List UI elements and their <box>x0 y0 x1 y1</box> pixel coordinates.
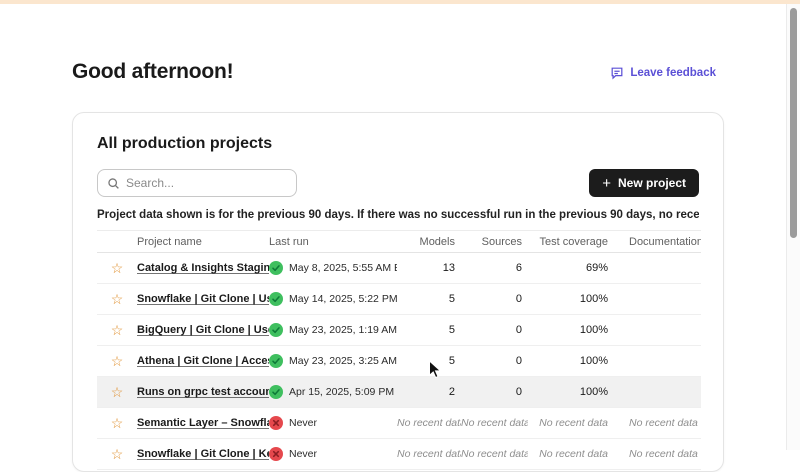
cell-sources: 6 <box>461 262 528 274</box>
search-box[interactable] <box>97 169 297 197</box>
status-success-icon <box>269 354 283 368</box>
new-project-label: New project <box>618 176 686 190</box>
cell-models: 5 <box>397 324 461 336</box>
new-project-button[interactable]: + New project <box>589 169 699 197</box>
cell-test_coverage: 100% <box>528 324 614 336</box>
cell-sources: 0 <box>461 293 528 305</box>
table-body: ☆ Catalog & Insights Staging... May 8, 2… <box>97 253 701 470</box>
project-name-link[interactable]: Snowflake | Git Clone | Use... <box>137 293 269 305</box>
header-project-name: Project name <box>137 236 269 248</box>
favorite-star-icon[interactable]: ☆ <box>111 261 124 275</box>
cell-test_coverage: No recent data <box>528 417 614 429</box>
header-models: Models <box>397 236 461 248</box>
table-row[interactable]: ☆ Snowflake | Git Clone | Use... May 14,… <box>97 284 701 315</box>
header-doc-coverage: Documentation coverage <box>614 236 701 248</box>
data-range-notice: Project data shown is for the previous 9… <box>97 209 699 221</box>
project-name-link[interactable]: BigQuery | Git Clone | User... <box>137 324 269 336</box>
favorite-star-icon[interactable]: ☆ <box>111 385 124 399</box>
last-run-text: Apr 15, 2025, 5:09 PM BST <box>289 386 397 398</box>
project-name-link[interactable]: Runs on grpc test account <box>137 386 269 398</box>
status-success-icon <box>269 385 283 399</box>
last-run-text: May 8, 2025, 5:55 AM BST <box>289 262 397 274</box>
leave-feedback-label: Leave feedback <box>630 67 716 79</box>
cell-sources: 0 <box>461 355 528 367</box>
cell-test_coverage: 100% <box>528 293 614 305</box>
search-input[interactable] <box>126 176 287 190</box>
cell-models: 13 <box>397 262 461 274</box>
favorite-star-icon[interactable]: ☆ <box>111 354 124 368</box>
feedback-bubble-icon <box>610 66 624 80</box>
cell-doc_coverage: No recent data <box>614 417 701 429</box>
header-last-run: Last run <box>269 236 397 248</box>
cell-models: 2 <box>397 386 461 398</box>
table-row[interactable]: ☆ BigQuery | Git Clone | User... May 23,… <box>97 315 701 346</box>
plus-icon: + <box>602 176 611 191</box>
status-success-icon <box>269 292 283 306</box>
table-row[interactable]: ☆ Catalog & Insights Staging... May 8, 2… <box>97 253 701 284</box>
cell-test_coverage: 100% <box>528 355 614 367</box>
scrollbar-thumb[interactable] <box>790 8 797 238</box>
header-sources: Sources <box>461 236 528 248</box>
cell-models: 5 <box>397 293 461 305</box>
cell-models: 5 <box>397 355 461 367</box>
favorite-star-icon[interactable]: ☆ <box>111 416 124 430</box>
last-run-text: Never <box>289 417 317 429</box>
project-name-link[interactable]: Semantic Layer – Snowflake <box>137 417 269 429</box>
page-scrollbar <box>786 0 800 450</box>
last-run-text: May 14, 2025, 5:22 PM BST <box>289 293 397 305</box>
table-row[interactable]: ☆ Athena | Git Clone | Acces... May 23, … <box>97 346 701 377</box>
projects-table: Project name Last run Models Sources Tes… <box>97 230 701 470</box>
header-test-coverage: Test coverage <box>528 236 614 248</box>
status-success-icon <box>269 323 283 337</box>
last-run-text: May 23, 2025, 3:25 AM BST <box>289 355 397 367</box>
search-icon <box>107 177 120 190</box>
status-error-icon <box>269 447 283 461</box>
cell-test_coverage: 100% <box>528 386 614 398</box>
table-row[interactable]: ☆ Semantic Layer – Snowflake Never No re… <box>97 408 701 439</box>
cell-sources: 0 <box>461 386 528 398</box>
page-title: Good afternoon! <box>72 60 233 84</box>
cell-sources: No recent data <box>461 417 528 429</box>
table-header-row: Project name Last run Models Sources Tes… <box>97 230 701 253</box>
panel-title: All production projects <box>97 135 699 153</box>
favorite-star-icon[interactable]: ☆ <box>111 447 124 461</box>
last-run-text: May 23, 2025, 1:19 AM BST <box>289 324 397 336</box>
table-row[interactable]: ☆ Snowflake | Git Clone | Key... Never N… <box>97 439 701 470</box>
status-error-icon <box>269 416 283 430</box>
project-name-link[interactable]: Athena | Git Clone | Acces... <box>137 355 269 367</box>
cell-sources: 0 <box>461 324 528 336</box>
table-row[interactable]: ☆ Runs on grpc test account Apr 15, 2025… <box>97 377 701 408</box>
cell-models: No recent data <box>397 417 461 429</box>
project-name-link[interactable]: Catalog & Insights Staging... <box>137 262 269 274</box>
projects-panel: All production projects + New project Pr… <box>72 112 724 472</box>
cell-test_coverage: 69% <box>528 262 614 274</box>
leave-feedback-link[interactable]: Leave feedback <box>610 66 716 80</box>
favorite-star-icon[interactable]: ☆ <box>111 292 124 306</box>
environment-banner <box>0 0 800 4</box>
status-success-icon <box>269 261 283 275</box>
favorite-star-icon[interactable]: ☆ <box>111 323 124 337</box>
